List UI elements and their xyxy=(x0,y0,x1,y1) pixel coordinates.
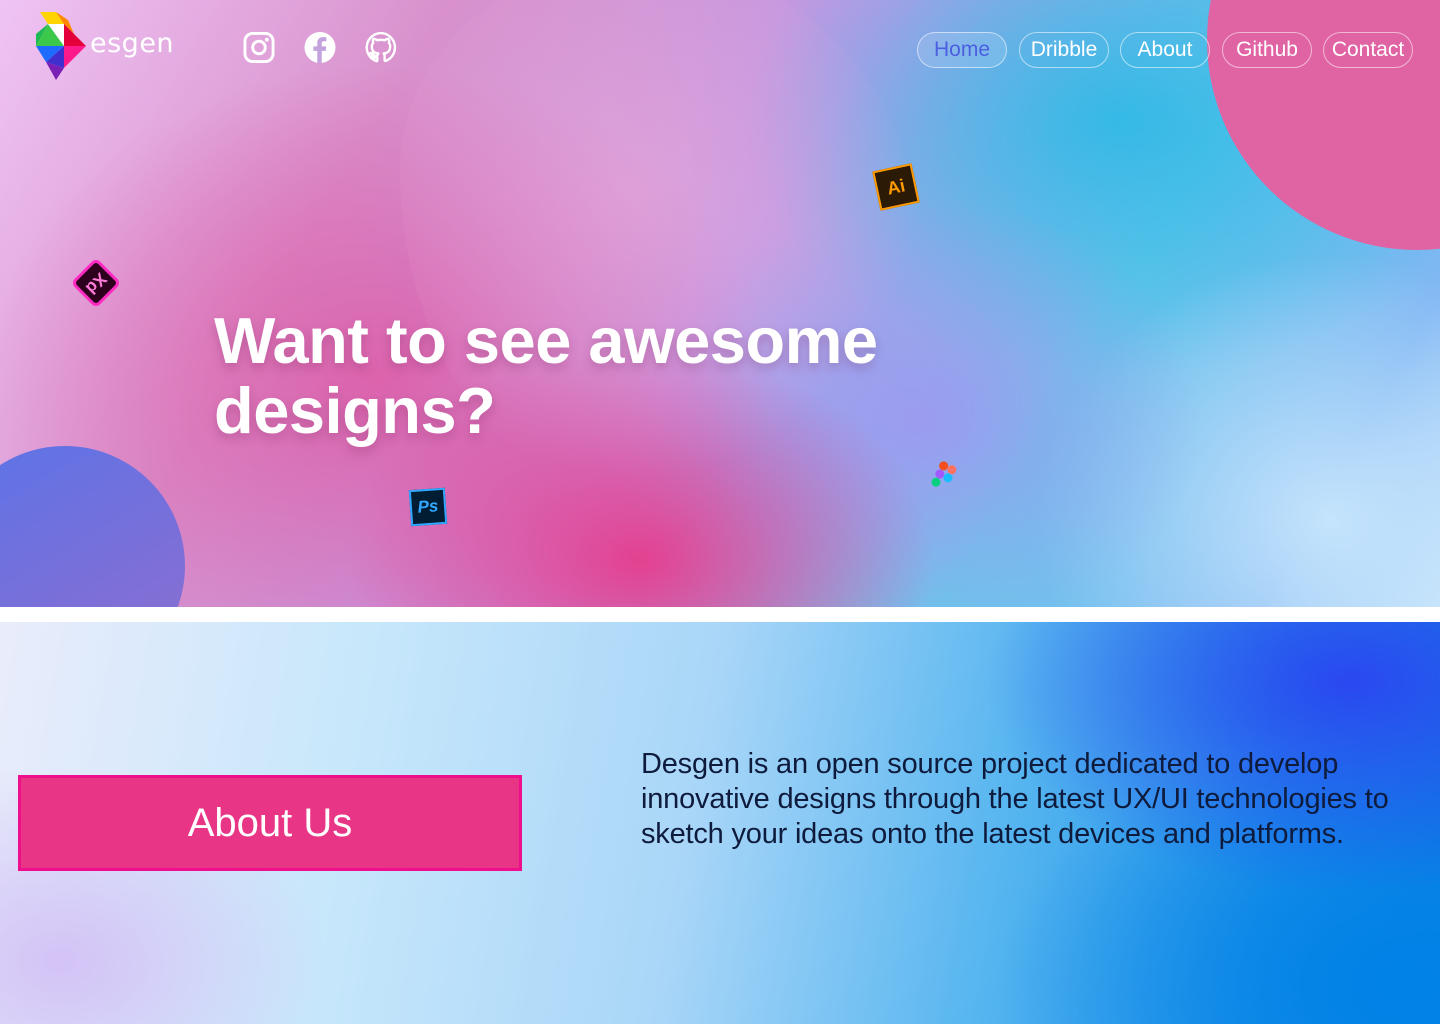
about-us-button[interactable]: About Us xyxy=(18,775,522,871)
nav-dribble[interactable]: Dribble xyxy=(1019,32,1109,68)
about-description: Desgen is an open source project dedicat… xyxy=(641,748,1389,850)
about-section: About Us Desgen is an open source projec… xyxy=(0,622,1440,1024)
instagram-icon[interactable] xyxy=(243,30,275,64)
hero-section: esgen Home Dribble About Github Contact … xyxy=(0,0,1440,607)
adobe-xd-icon: Xd xyxy=(70,257,122,309)
desgen-logo-icon xyxy=(36,12,86,80)
brand-logo[interactable]: esgen xyxy=(34,10,184,82)
photoshop-icon: Ps xyxy=(408,487,448,527)
social-links xyxy=(243,30,397,64)
nav-about[interactable]: About xyxy=(1120,32,1210,68)
logo-wordmark: esgen xyxy=(90,28,175,59)
illustrator-icon: Ai xyxy=(872,163,920,211)
hero-headline: Want to see awesome designs? xyxy=(214,304,878,447)
decorative-blue-circle xyxy=(0,446,185,607)
nav-github[interactable]: Github xyxy=(1222,32,1312,68)
figma-icon xyxy=(921,460,963,500)
nav-home[interactable]: Home xyxy=(917,32,1007,68)
facebook-icon[interactable] xyxy=(304,30,336,64)
github-icon[interactable] xyxy=(365,30,397,64)
nav-contact[interactable]: Contact xyxy=(1323,32,1413,68)
